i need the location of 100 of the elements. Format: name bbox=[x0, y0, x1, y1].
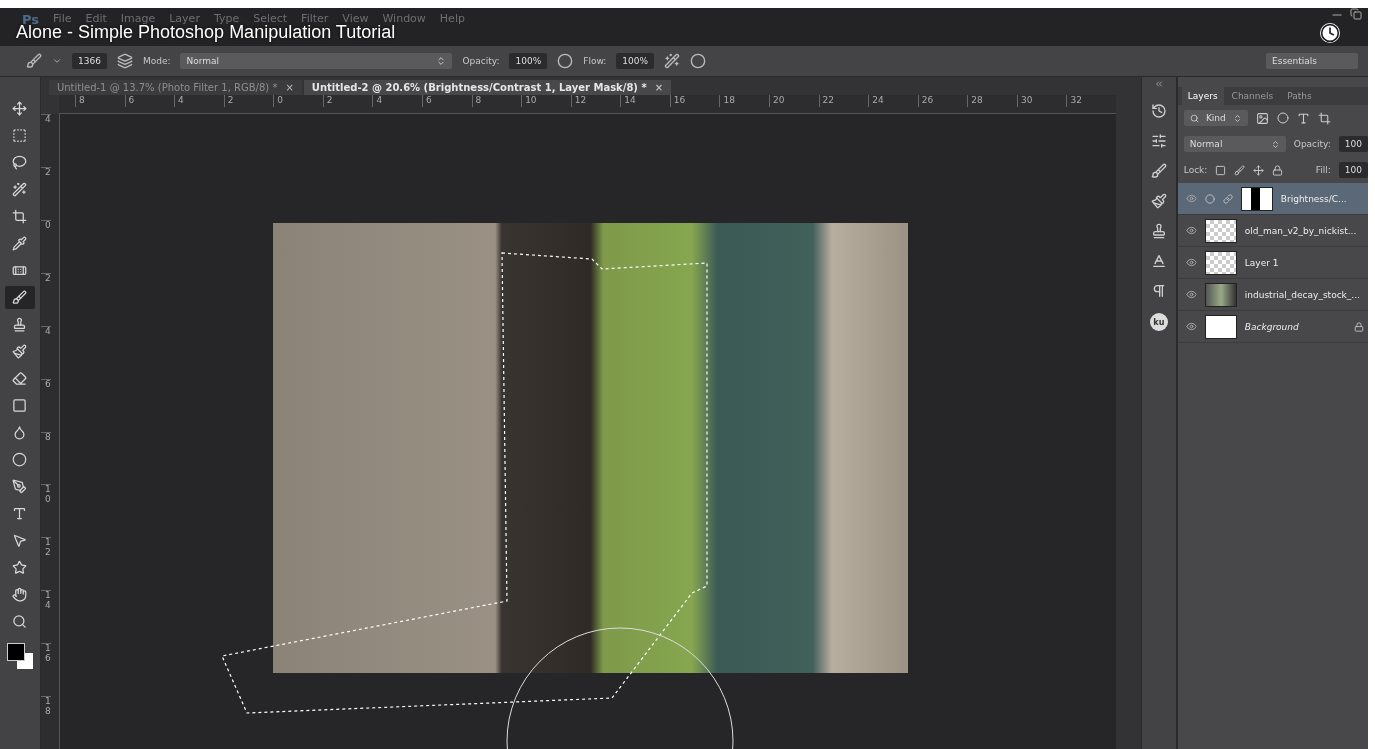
layer-row[interactable]: Brightness/C... bbox=[1177, 183, 1368, 215]
fill-label: Fill: bbox=[1315, 165, 1331, 175]
tab-title: Untitled-1 @ 13.7% (Photo Filter 1, RGB/8) * bbox=[56, 82, 278, 93]
menu-item[interactable]: Window bbox=[382, 12, 426, 25]
menu-item[interactable]: File bbox=[53, 12, 72, 25]
ruler-number: 6 bbox=[421, 95, 472, 107]
layer-row[interactable]: old_man_v2_by_nickist... bbox=[1177, 215, 1368, 247]
ruler-number: 8 bbox=[471, 95, 522, 107]
layer-row[interactable]: industrial_decay_stock_... bbox=[1177, 279, 1368, 311]
document-tab[interactable]: Untitled-2 @ 20.6% (Brightness/Contrast 1, Layer Mask/8) * × bbox=[303, 80, 672, 95]
document-tab[interactable]: Untitled-1 @ 13.7% (Photo Filter 1, RGB/8) * × bbox=[48, 80, 302, 95]
blend-mode-value: Normal bbox=[1189, 139, 1223, 149]
layer-name: old_man_v2_by_nickist... bbox=[1244, 225, 1357, 236]
eye-icon[interactable] bbox=[1185, 257, 1197, 268]
square-icon[interactable] bbox=[1215, 164, 1227, 176]
workspace-dropdown[interactable]: Essentials bbox=[1266, 53, 1358, 69]
ruler-number: 6 bbox=[124, 95, 175, 107]
close-icon[interactable]: × bbox=[285, 82, 294, 93]
pressure-icon[interactable] bbox=[557, 53, 574, 69]
menu-item[interactable]: Select bbox=[253, 12, 288, 25]
ruler-number: 4 bbox=[174, 95, 224, 107]
pressure-size-icon[interactable] bbox=[690, 53, 707, 69]
eye-icon[interactable] bbox=[1185, 225, 1197, 236]
ruler-number: 2 bbox=[40, 272, 51, 326]
history-icon[interactable] bbox=[1150, 103, 1167, 119]
eye-icon[interactable] bbox=[1185, 321, 1197, 332]
layer-thumbnail bbox=[1204, 250, 1237, 275]
caret-icon[interactable] bbox=[52, 56, 62, 66]
mode-dropdown[interactable]: Normal bbox=[180, 53, 453, 69]
ruler-number: 24 bbox=[868, 95, 918, 107]
menu-item[interactable]: Image bbox=[120, 12, 156, 25]
ruler-number: 6 bbox=[40, 378, 51, 432]
ruler-number: 12 bbox=[570, 95, 621, 107]
menu-item[interactable]: Layer bbox=[169, 12, 200, 25]
adjustment-icon bbox=[1204, 193, 1215, 204]
eye-icon[interactable] bbox=[1185, 289, 1197, 300]
layer-name: Layer 1 bbox=[1244, 257, 1279, 268]
menu-item[interactable]: View bbox=[342, 12, 369, 25]
layer-thumbnail bbox=[1204, 314, 1237, 339]
search-icon bbox=[1189, 113, 1199, 123]
panel-tab[interactable]: Layers bbox=[1181, 87, 1224, 105]
airbrush-icon[interactable] bbox=[664, 53, 681, 69]
ruler-number: 14 bbox=[40, 590, 51, 644]
ruler-number: 14 bbox=[620, 95, 670, 107]
menu-item[interactable]: Type bbox=[213, 12, 240, 25]
filter-dropdown[interactable]: Kind bbox=[1183, 110, 1248, 126]
ruler-number: 2 bbox=[40, 166, 51, 220]
fill-field[interactable]: 100 bbox=[1338, 162, 1368, 178]
brush-icon[interactable] bbox=[1234, 164, 1246, 176]
ruler-number: 20 bbox=[769, 95, 819, 107]
sliders-icon[interactable] bbox=[1150, 133, 1167, 149]
panel-tab[interactable]: Channels bbox=[1225, 87, 1280, 105]
mode-value: Normal bbox=[186, 56, 220, 66]
blend-mode-dropdown[interactable]: Normal bbox=[1183, 136, 1286, 152]
crop-icon[interactable] bbox=[1317, 111, 1331, 125]
paintbrush-icon[interactable] bbox=[1150, 193, 1167, 209]
color-swatches[interactable] bbox=[6, 643, 33, 669]
move-icon[interactable] bbox=[1253, 164, 1265, 176]
menu-item[interactable]: Filter bbox=[301, 12, 329, 25]
menu-item[interactable]: Help bbox=[439, 12, 465, 25]
ruler-number: 30 bbox=[1016, 95, 1067, 107]
layer-row[interactable]: Background bbox=[1177, 311, 1368, 343]
ruler-number: 26 bbox=[917, 95, 968, 107]
tab-title: Untitled-2 @ 20.6% (Brightness/Contrast 1, Layer Mask/8) * bbox=[311, 82, 647, 93]
updown-icon bbox=[436, 56, 447, 66]
mode-label: Mode: bbox=[142, 56, 171, 66]
layer-thumbnail bbox=[1204, 282, 1237, 307]
panel-tab[interactable]: Paths bbox=[1281, 87, 1318, 105]
opacity-label: Opacity: bbox=[462, 56, 500, 66]
ruler-number: 8 bbox=[40, 431, 51, 485]
stamp-icon[interactable] bbox=[1150, 223, 1167, 239]
layer-thumbnail bbox=[1204, 218, 1237, 243]
plugin-button[interactable]: ku bbox=[1149, 313, 1168, 331]
menu-item[interactable]: Edit bbox=[85, 12, 107, 25]
flow-label: Flow: bbox=[583, 56, 607, 66]
close-icon[interactable]: × bbox=[654, 82, 664, 93]
link-icon bbox=[1222, 193, 1233, 204]
opacity-label: Opacity: bbox=[1293, 139, 1331, 149]
opacity-field[interactable]: 100% bbox=[509, 53, 548, 69]
brush-icon[interactable] bbox=[1150, 163, 1167, 179]
ruler-number: 12 bbox=[40, 537, 51, 591]
ruler-number: 22 bbox=[818, 95, 869, 107]
filter-value: Kind bbox=[1205, 113, 1226, 123]
brush-icon[interactable] bbox=[4, 286, 35, 309]
brush-icon[interactable] bbox=[26, 53, 42, 69]
clock-icon[interactable] bbox=[1320, 23, 1340, 43]
brush-size-field[interactable]: 1366 bbox=[72, 53, 107, 69]
circle-icon[interactable] bbox=[1276, 112, 1289, 124]
ruler-number: 4 bbox=[40, 325, 51, 379]
layer-row[interactable]: Layer 1 bbox=[1177, 247, 1368, 279]
lock-icon[interactable] bbox=[1272, 164, 1284, 176]
image-icon[interactable] bbox=[1255, 111, 1269, 125]
character-icon[interactable] bbox=[1150, 253, 1167, 269]
type-icon[interactable] bbox=[1296, 111, 1310, 125]
lock-label: Lock: bbox=[1183, 165, 1208, 175]
opacity-field[interactable]: 100 bbox=[1338, 136, 1368, 152]
ruler-number: 0 bbox=[40, 219, 51, 273]
brush-panel-icon[interactable] bbox=[116, 53, 133, 69]
restore-icon[interactable] bbox=[1350, 8, 1362, 22]
flow-field[interactable]: 100% bbox=[616, 53, 655, 69]
